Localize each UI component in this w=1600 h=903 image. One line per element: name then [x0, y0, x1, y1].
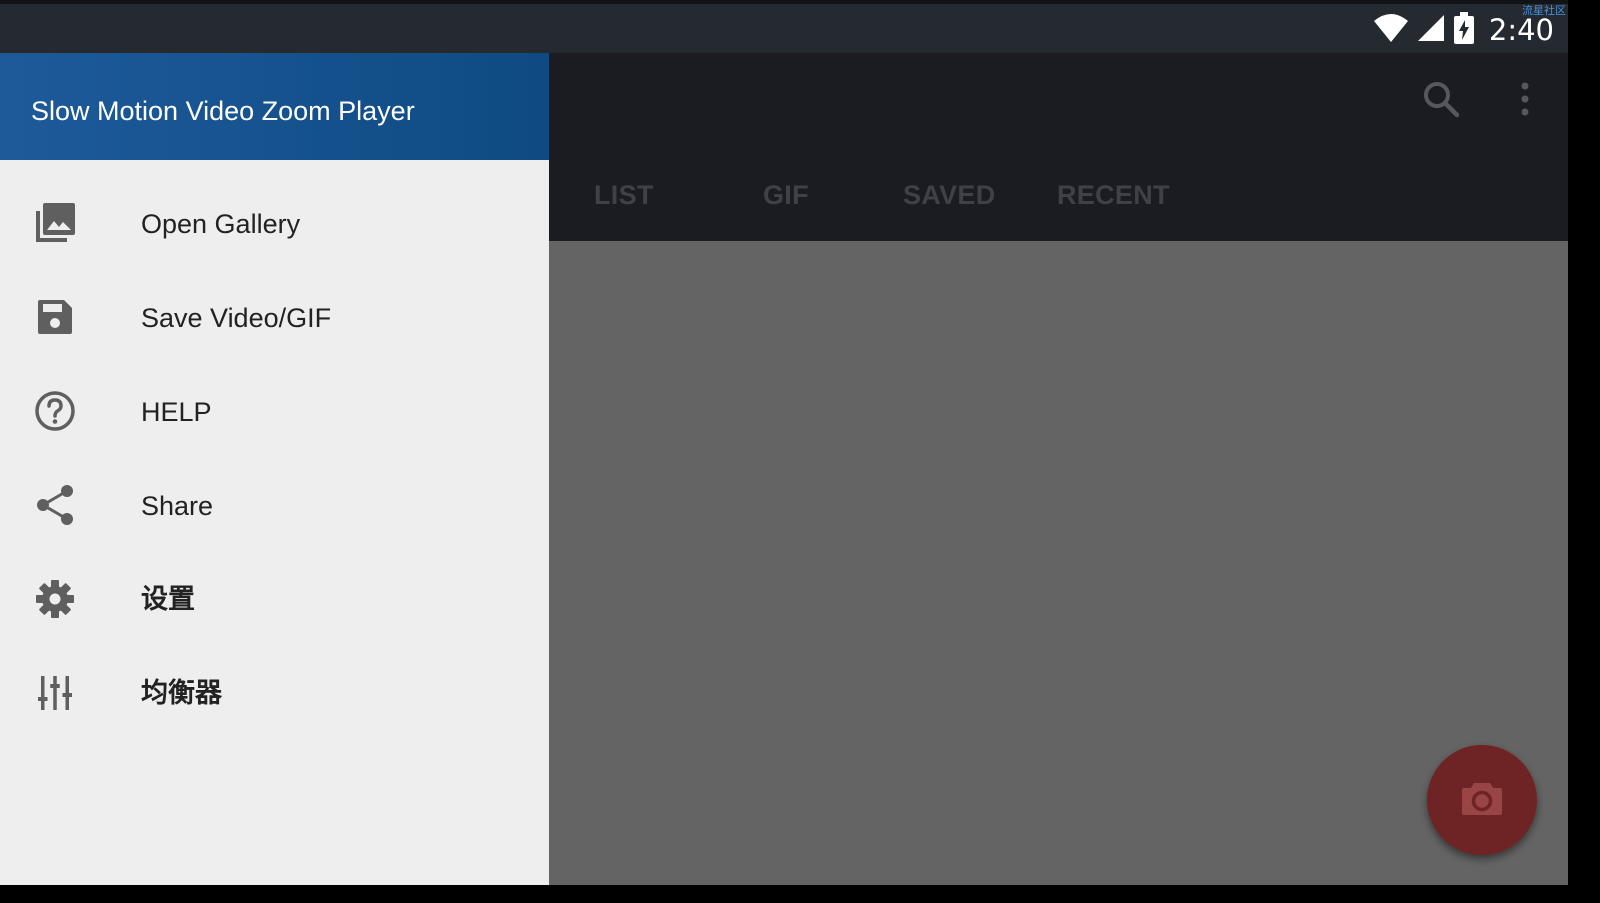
- gallery-icon: [33, 201, 77, 245]
- camera-icon: [1461, 780, 1503, 821]
- app-bar: LIST GIF SAVED RECENT: [549, 53, 1568, 241]
- wifi-icon: [1373, 13, 1409, 48]
- search-button[interactable]: [1417, 77, 1465, 125]
- status-time: 2:40: [1488, 13, 1554, 47]
- drawer-header: Slow Motion Video Zoom Player: [0, 53, 549, 160]
- share-icon: [33, 483, 77, 527]
- menu-item-label: 均衡器: [141, 678, 222, 709]
- app-screen: 流星社区 2:40 LIST GIF SAVED RECENT Slow Mot…: [0, 0, 1568, 885]
- menu-item-label: Open Gallery: [141, 209, 301, 239]
- menu-item-settings[interactable]: 设置: [0, 553, 549, 647]
- settings-icon: [33, 577, 77, 621]
- cell-signal-icon: [1417, 14, 1445, 47]
- battery-charging-icon: [1453, 11, 1475, 49]
- tab-saved[interactable]: SAVED: [903, 165, 996, 225]
- menu-item-label: HELP: [141, 397, 212, 427]
- menu-item-label: 设置: [141, 584, 195, 615]
- menu-item-help[interactable]: HELP: [0, 365, 549, 459]
- tab-recent[interactable]: RECENT: [1057, 165, 1170, 225]
- menu-item-save-video-gif[interactable]: Save Video/GIF: [0, 271, 549, 365]
- save-icon: [33, 295, 77, 339]
- drawer-title: Slow Motion Video Zoom Player: [31, 96, 415, 126]
- menu-item-equalizer[interactable]: 均衡器: [0, 647, 549, 741]
- menu-item-label: Share: [141, 491, 214, 521]
- drawer-menu: Open Gallery Save Video/GIF HELP Share 设…: [0, 177, 549, 741]
- tab-bar: LIST GIF SAVED RECENT: [549, 165, 1249, 225]
- tab-list[interactable]: LIST: [594, 165, 654, 225]
- navigation-drawer: Slow Motion Video Zoom Player Open Galle…: [0, 53, 549, 885]
- menu-item-share[interactable]: Share: [0, 459, 549, 553]
- tab-gif[interactable]: GIF: [763, 165, 809, 225]
- more-vert-icon: [1519, 81, 1531, 122]
- menu-item-open-gallery[interactable]: Open Gallery: [0, 177, 549, 271]
- status-icons: 2:40: [1373, 10, 1554, 50]
- more-options-button[interactable]: [1501, 77, 1549, 125]
- search-icon: [1422, 80, 1460, 123]
- drawer-scrim[interactable]: [549, 241, 1568, 885]
- camera-fab[interactable]: [1427, 745, 1537, 855]
- equalizer-icon: [33, 671, 77, 715]
- help-icon: [33, 389, 77, 433]
- menu-item-label: Save Video/GIF: [141, 303, 332, 333]
- status-bar: 流星社区 2:40: [0, 0, 1568, 53]
